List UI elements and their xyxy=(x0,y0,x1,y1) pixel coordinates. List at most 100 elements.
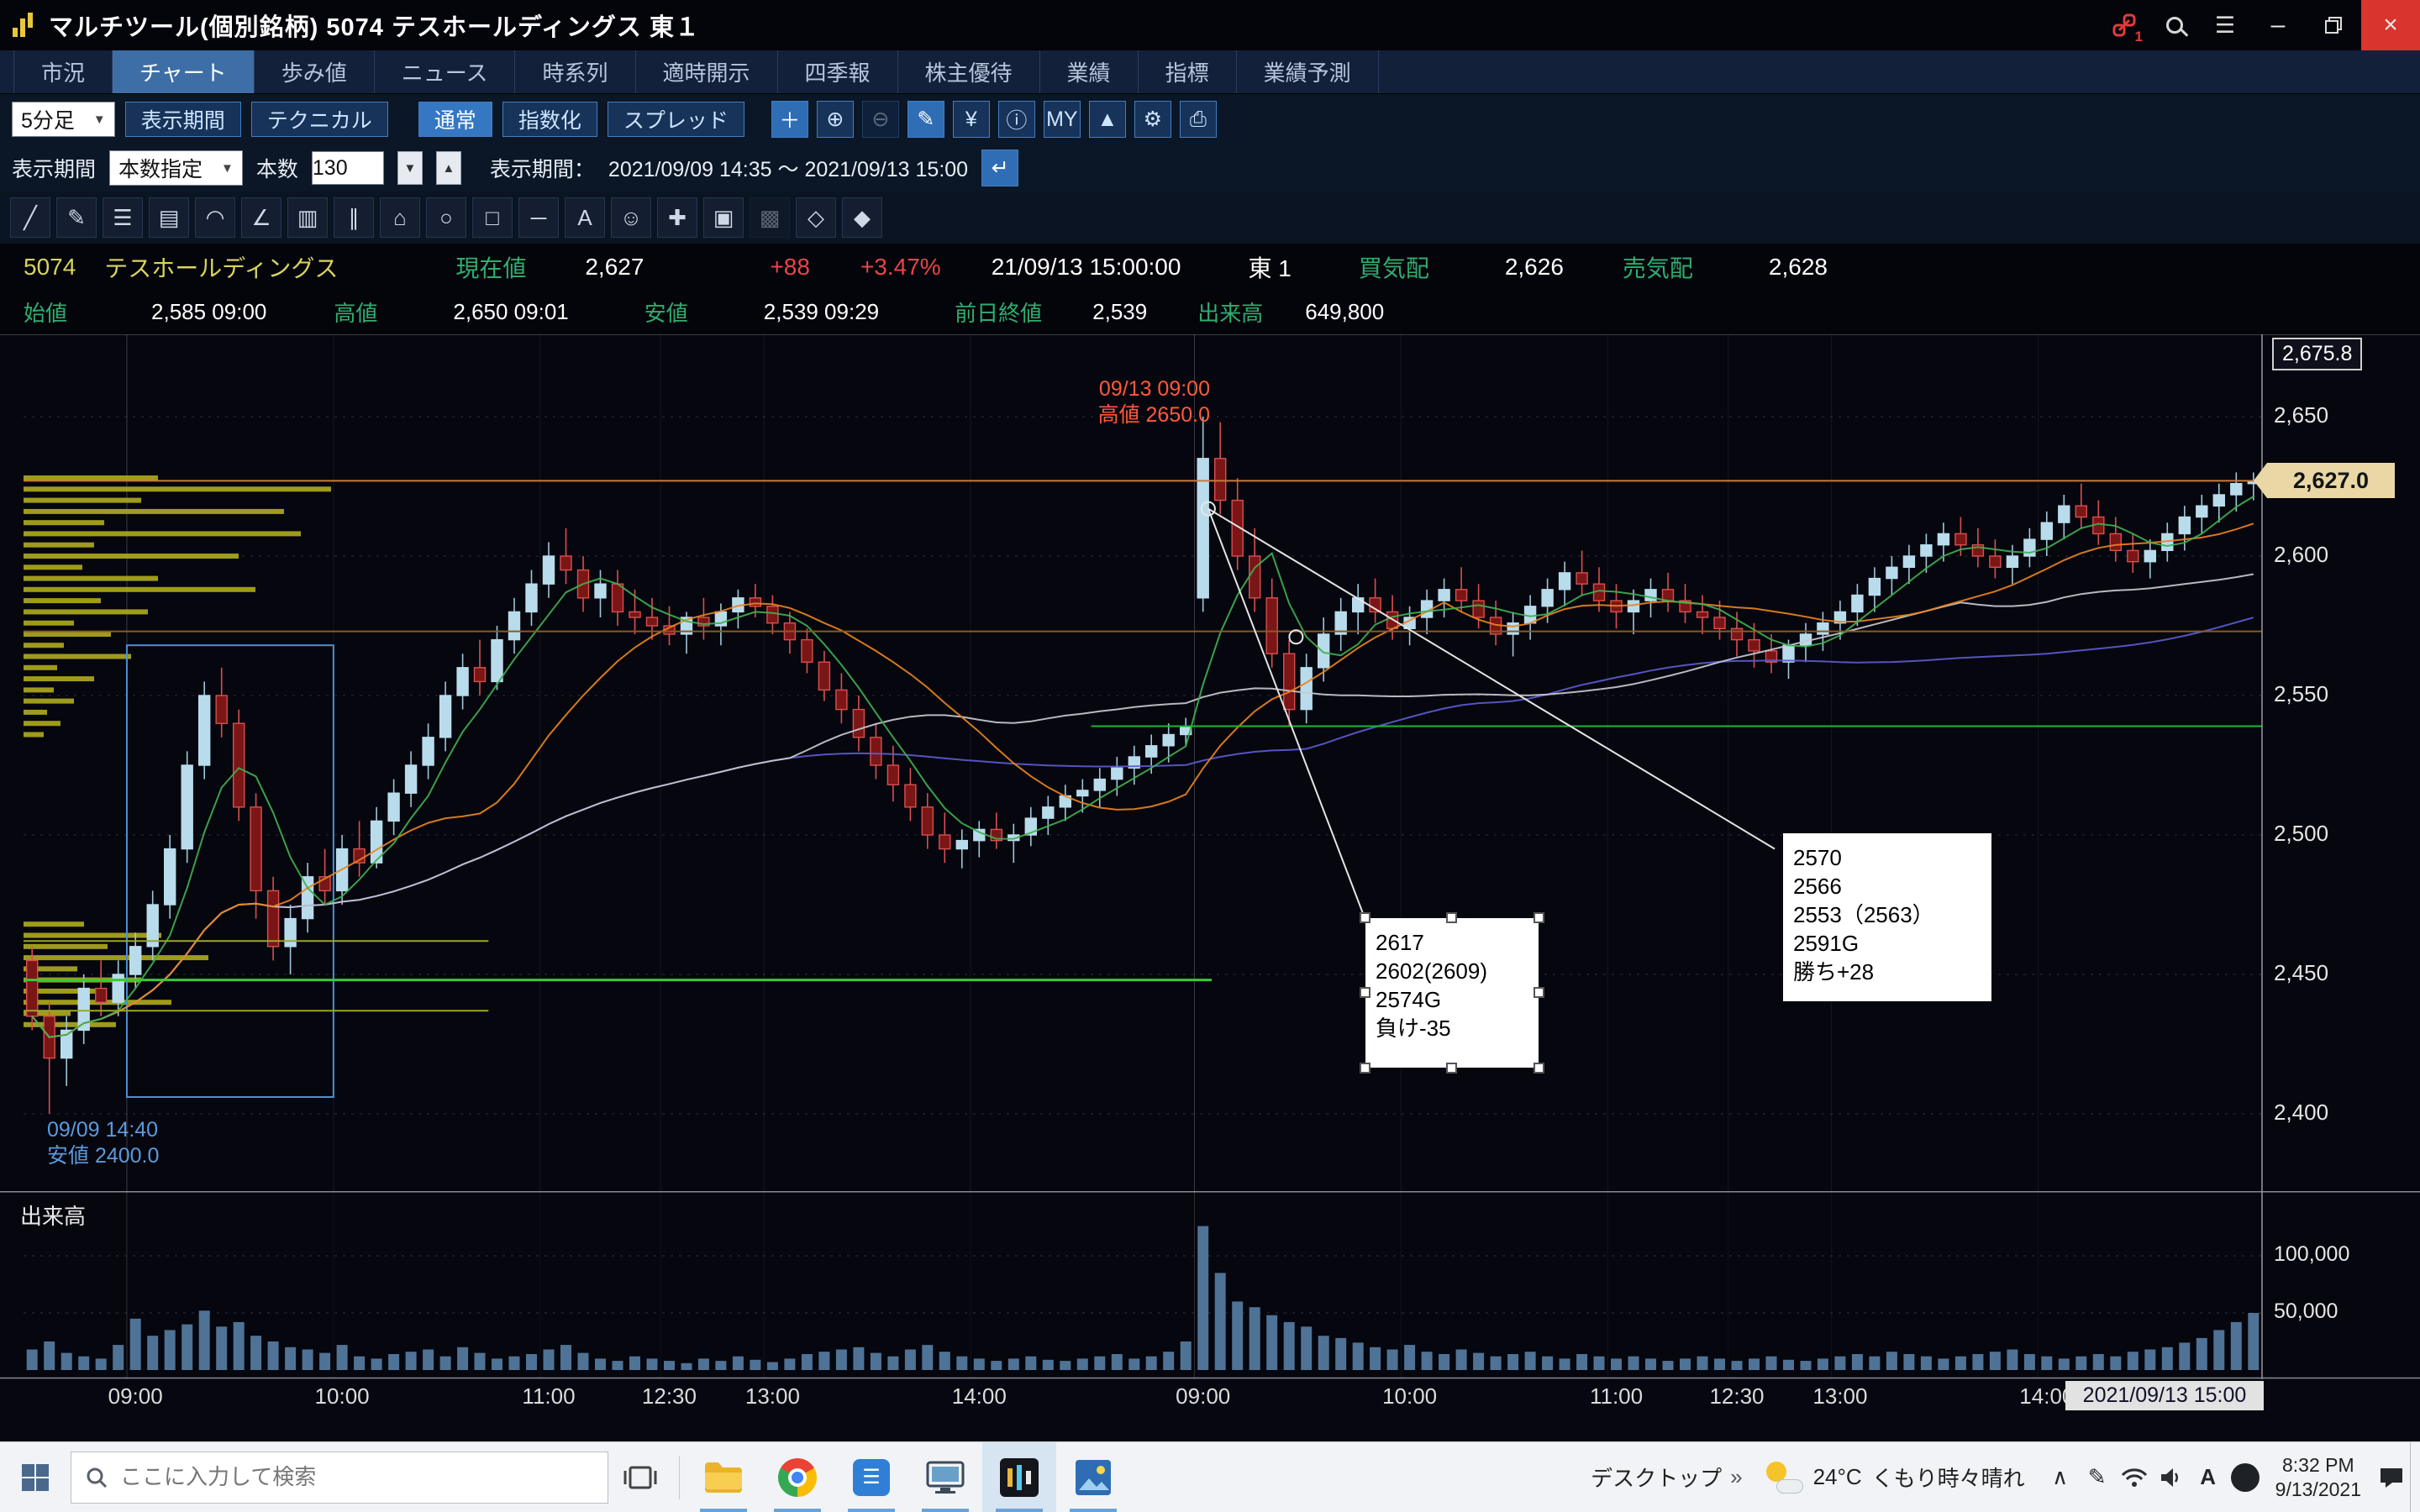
count-up-button[interactable]: ▲ xyxy=(436,151,461,185)
price-change: +88 xyxy=(770,254,810,281)
trendline-icon[interactable]: ╱ xyxy=(10,197,50,238)
zoom-out-icon[interactable]: ⊖ xyxy=(862,101,899,138)
prev-close-value: 2,539 xyxy=(1092,299,1147,325)
speaker-icon[interactable] xyxy=(2153,1442,2190,1512)
polygon-icon[interactable]: ⌂ xyxy=(380,197,420,238)
tab-shikiho[interactable]: 四季報 xyxy=(778,50,898,93)
restore-button[interactable] xyxy=(2306,0,2361,50)
print-icon[interactable]: ⎙ xyxy=(1180,101,1217,138)
tab-trades[interactable]: 歩み値 xyxy=(255,50,375,93)
desktop-toolbar[interactable]: デスクトップ » xyxy=(1591,1462,1742,1493)
count-down-button[interactable]: ▼ xyxy=(397,151,423,185)
action-center-icon[interactable] xyxy=(2373,1442,2410,1512)
show-desktop-button[interactable] xyxy=(2410,1442,2420,1512)
mode-index-button[interactable]: 指数化 xyxy=(502,102,597,137)
pattern-icon[interactable]: ▩ xyxy=(750,197,790,238)
parallel-line-icon[interactable]: ∥ xyxy=(334,197,374,238)
ime-mode-icon[interactable] xyxy=(2227,1442,2264,1512)
hline-set-icon[interactable]: ☰ xyxy=(103,197,143,238)
crosshair-icon[interactable]: ＋ xyxy=(771,101,808,138)
time-axis-label: 13:00 xyxy=(1790,1383,1891,1410)
interval-select[interactable]: 5分足▼ xyxy=(12,102,115,137)
tab-timeseries[interactable]: 時系列 xyxy=(515,50,635,93)
weather-widget[interactable]: 24°C くもり時々晴れ xyxy=(1765,1460,2025,1495)
stock-code: 5074 xyxy=(24,254,76,281)
tab-benefits[interactable]: 株主優待 xyxy=(898,50,1040,93)
selection-handle[interactable] xyxy=(1446,1063,1457,1074)
tab-earnings[interactable]: 業績 xyxy=(1040,50,1139,93)
chrome-icon[interactable] xyxy=(760,1442,834,1512)
arc-icon[interactable]: ◠ xyxy=(195,197,235,238)
tab-indicators[interactable]: 指標 xyxy=(1139,50,1237,93)
count-mode-select[interactable]: 本数指定▼ xyxy=(109,150,243,186)
copy-icon[interactable]: ▣ xyxy=(703,197,744,238)
stamp-icon[interactable]: ☺ xyxy=(611,197,651,238)
photos-app-icon[interactable] xyxy=(1056,1442,1130,1512)
display-period-button[interactable]: 表示期間 xyxy=(125,102,241,137)
search-input[interactable] xyxy=(120,1464,557,1490)
tab-forecast[interactable]: 業績予測 xyxy=(1237,50,1379,93)
task-view-icon[interactable] xyxy=(608,1442,672,1512)
ellipse-icon[interactable]: ○ xyxy=(426,197,466,238)
red-link-icon[interactable]: 1 xyxy=(2099,0,2149,50)
mode-spread-button[interactable]: スプレッド xyxy=(608,102,744,137)
segment-icon[interactable]: ─ xyxy=(518,197,559,238)
selection-handle[interactable] xyxy=(1534,987,1544,998)
tab-chart[interactable]: チャート xyxy=(113,50,255,93)
settings-wrench-icon[interactable]: ⚙ xyxy=(1134,101,1171,138)
selection-handle[interactable] xyxy=(1534,912,1544,923)
zoom-in-icon[interactable]: ⊕ xyxy=(817,101,854,138)
vline-set-icon[interactable]: ▥ xyxy=(287,197,328,238)
info-icon[interactable]: ⓘ xyxy=(998,101,1035,138)
area-chart-icon[interactable]: ▲ xyxy=(1089,101,1126,138)
minimize-button[interactable]: – xyxy=(2250,0,2306,50)
price-line-icon[interactable]: ▤ xyxy=(149,197,189,238)
selection-handle[interactable] xyxy=(1360,987,1370,998)
pen-icon[interactable]: ✎ xyxy=(56,197,97,238)
selection-handle[interactable] xyxy=(1534,1063,1544,1074)
pen-icon[interactable]: ✎ xyxy=(2079,1442,2116,1512)
clear-all-icon[interactable]: ◆ xyxy=(842,197,882,238)
reload-button[interactable]: ↵ xyxy=(981,150,1018,186)
volume-pane[interactable]: 出来高 100,00050,000 xyxy=(0,1191,2420,1379)
current-price-tag: 2,627.0 xyxy=(2267,463,2395,498)
tab-disclosure[interactable]: 適時開示 xyxy=(636,50,778,93)
trade-note-box-2[interactable]: 2570 2566 2553（2563） 2591G 勝ち+28 xyxy=(1783,833,1991,1001)
volume-label: 出来高 xyxy=(1197,297,1263,328)
price-axis-label: 2,450 xyxy=(2274,960,2328,986)
menu-icon[interactable]: ☰ xyxy=(2200,0,2250,50)
tab-market[interactable]: 市況 xyxy=(13,50,113,93)
price-chart-pane[interactable]: 2,675.8 2,627.0 09/13 09:00 高値 2650.0 09… xyxy=(0,334,2420,1191)
yen-icon[interactable]: ¥ xyxy=(953,101,990,138)
angle-line-icon[interactable]: ∠ xyxy=(241,197,281,238)
trading-tool-icon[interactable] xyxy=(982,1442,1056,1512)
file-explorer-icon[interactable] xyxy=(687,1442,760,1512)
rectangle-icon[interactable]: □ xyxy=(472,197,513,238)
mode-normal-button[interactable]: 通常 xyxy=(418,102,492,137)
selection-handle[interactable] xyxy=(1446,912,1457,923)
candlestick-chart[interactable] xyxy=(0,334,2420,1191)
tab-news[interactable]: ニュース xyxy=(375,50,516,93)
ime-indicator[interactable]: A xyxy=(2190,1442,2227,1512)
trade-note-box-1[interactable]: 2617 2602(2609) 2574G 負け-35 xyxy=(1365,918,1539,1068)
eraser-icon[interactable]: ◇ xyxy=(796,197,836,238)
start-button[interactable] xyxy=(0,1442,71,1512)
technical-button[interactable]: テクニカル xyxy=(251,102,388,137)
wifi-icon[interactable] xyxy=(2116,1442,2153,1512)
remote-desktop-icon[interactable] xyxy=(908,1442,982,1512)
bar-count-input[interactable] xyxy=(312,151,384,185)
draw-pen-icon[interactable]: ✎ xyxy=(908,101,944,138)
my-chart-icon[interactable]: MY xyxy=(1044,101,1081,138)
selection-handle[interactable] xyxy=(1360,912,1370,923)
time-axis-label: 12:30 xyxy=(618,1383,719,1410)
quote-row-1: 5074 テスホールディングス 現在値 2,627 +88 +3.47% 21/… xyxy=(0,244,2420,290)
clock[interactable]: 8:32 PM 9/13/2021 xyxy=(2264,1453,2373,1502)
text-icon[interactable]: A xyxy=(565,197,605,238)
selection-handle[interactable] xyxy=(1360,1063,1370,1074)
tray-chevron-icon[interactable]: ∧ xyxy=(2042,1442,2079,1512)
search-icon[interactable] xyxy=(2149,0,2200,50)
close-button[interactable]: × xyxy=(2361,0,2420,50)
notes-app-icon[interactable]: ☰ xyxy=(834,1442,908,1512)
taskbar-search[interactable] xyxy=(71,1452,608,1504)
marker-icon[interactable]: ✚ xyxy=(657,197,697,238)
